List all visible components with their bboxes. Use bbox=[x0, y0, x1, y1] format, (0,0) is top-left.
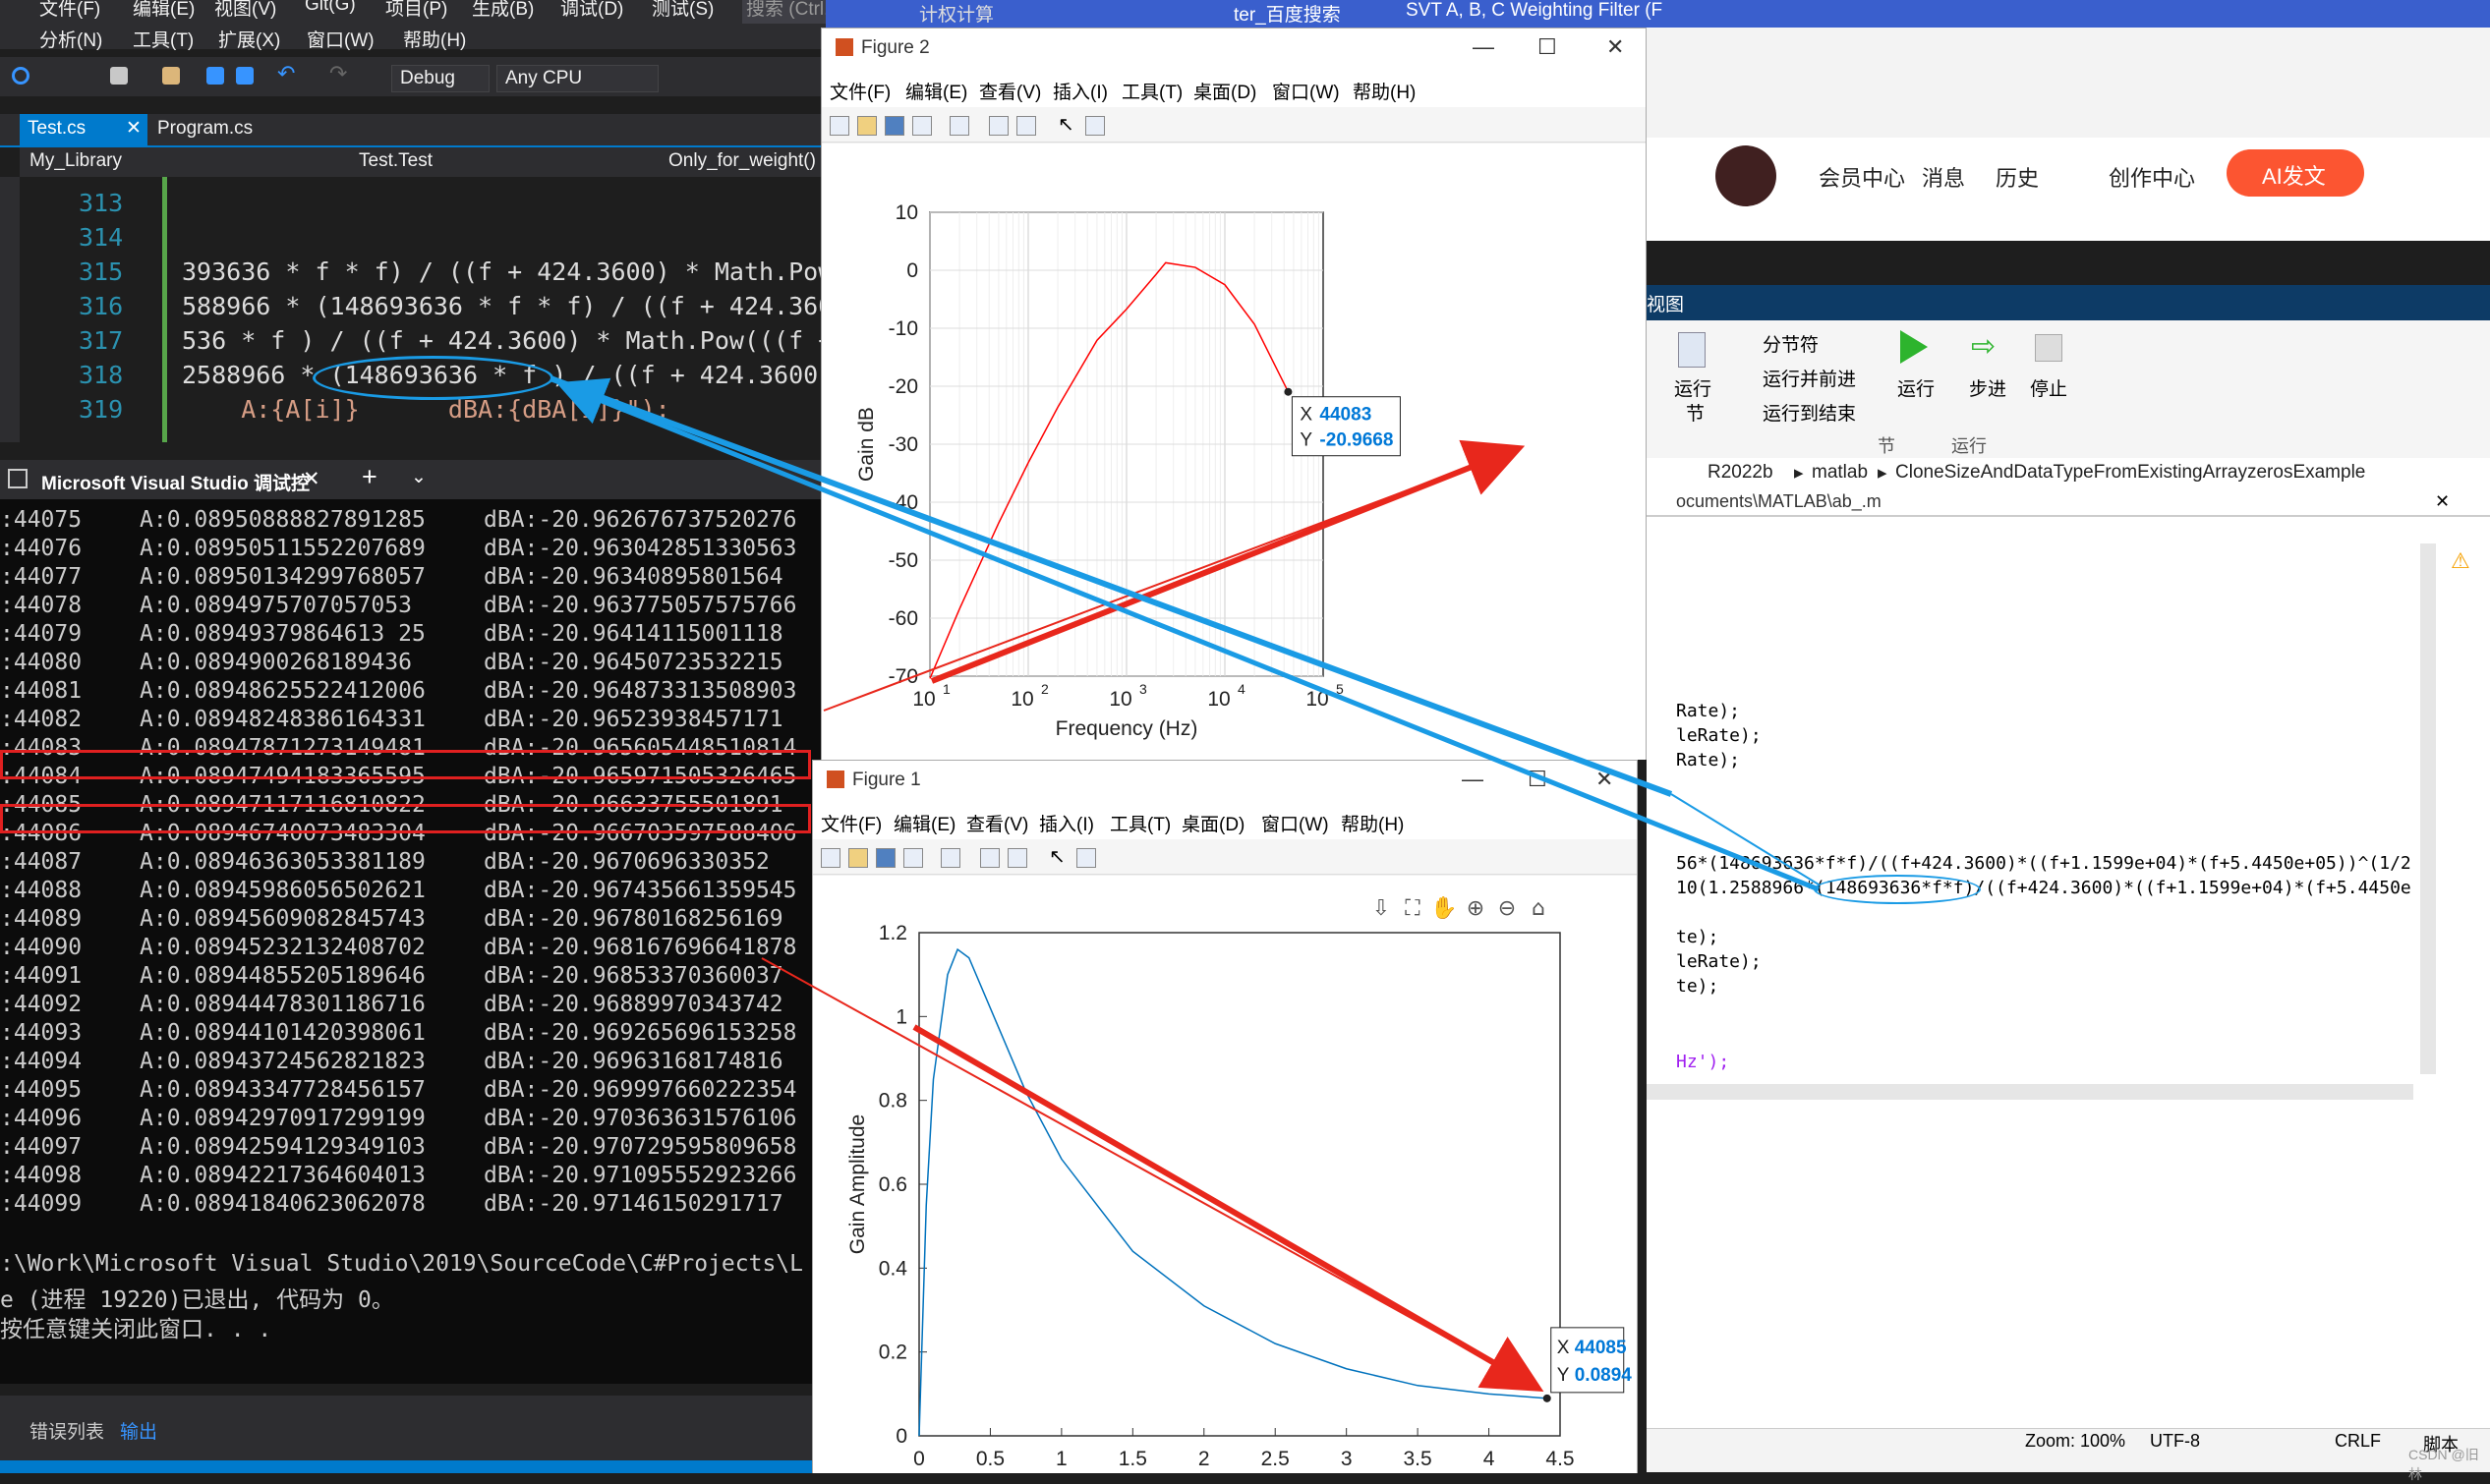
annotation-arrow bbox=[912, 1024, 1544, 1393]
annotation-arrow bbox=[930, 439, 1526, 684]
annotation-overlay bbox=[549, 375, 1820, 1393]
annotation-arrow bbox=[549, 375, 1673, 797]
watermark: CSDN @旧林 bbox=[2408, 1447, 2479, 1482]
annotation-arrow bbox=[555, 377, 1820, 892]
